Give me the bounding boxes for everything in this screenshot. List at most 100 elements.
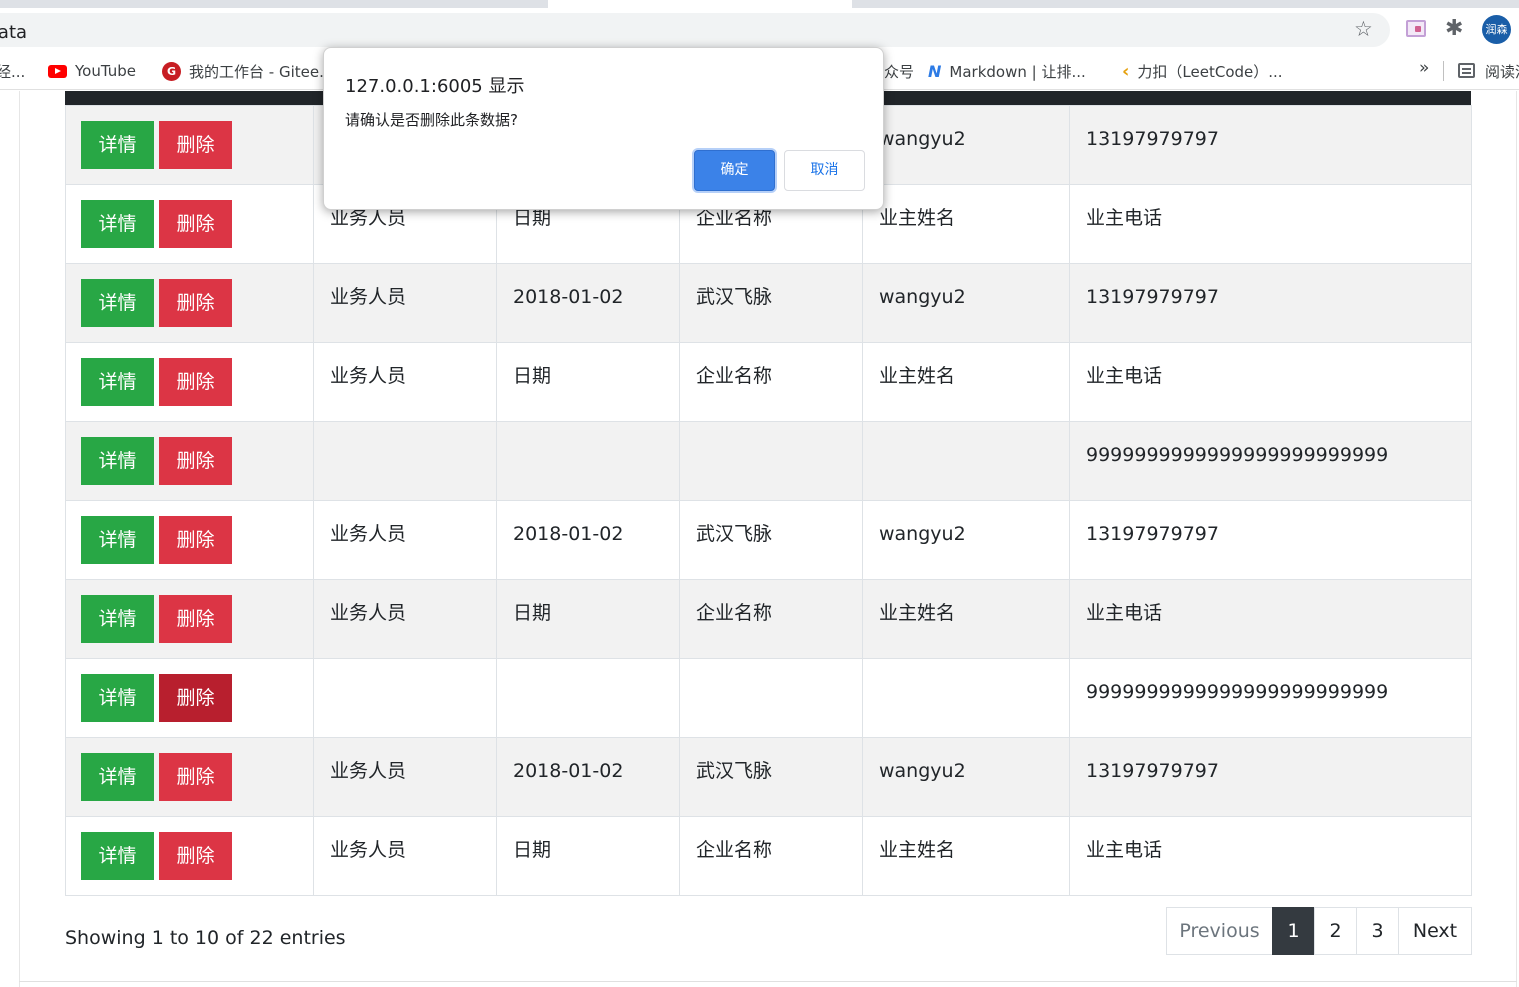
container-border (19, 981, 1517, 982)
date-cell: 2018-01-02 (496, 737, 680, 817)
company-cell: 武汉飞脉 (679, 500, 863, 580)
gitee-icon: G (162, 61, 181, 81)
detail-button[interactable]: 详情 (81, 674, 154, 722)
salesperson-cell: 业务人员 (313, 342, 497, 422)
page-content: 详情 删除 wangyu2 13197979797 详情 删除 业务人员 日期 企业名称 业主姓名… (0, 91, 1519, 987)
extension-book-icon[interactable] (1406, 20, 1426, 37)
date-cell (496, 658, 680, 738)
pagination-page-1[interactable]: 1 (1272, 907, 1315, 955)
company-cell: 武汉飞脉 (679, 737, 863, 817)
owner-name-cell: wangyu2 (862, 500, 1070, 580)
owner-phone-cell: 业主电话 (1069, 816, 1472, 896)
salesperson-cell: 业务人员 (313, 737, 497, 817)
owner-name-cell (862, 421, 1070, 501)
url-text: -data (0, 22, 28, 43)
date-cell: 2018-01-02 (496, 500, 680, 580)
extensions-puzzle-icon[interactable]: ✱ (1445, 16, 1463, 42)
actions-cell: 详情 删除 (65, 816, 314, 896)
owner-name-cell: 业主姓名 (862, 342, 1070, 422)
dialog-message: 请确认是否删除此条数据? (345, 111, 518, 129)
salesperson-cell (313, 421, 497, 501)
detail-button[interactable]: 详情 (81, 200, 154, 248)
owner-phone-cell: 9999999999999999999999999 (1069, 421, 1472, 501)
active-tab[interactable] (548, 0, 852, 8)
date-cell: 日期 (496, 579, 680, 659)
delete-button[interactable]: 删除 (159, 200, 232, 248)
dialog-cancel-button[interactable]: 取消 (784, 150, 865, 191)
pagination-next[interactable]: Next (1398, 907, 1472, 955)
detail-button[interactable]: 详情 (81, 753, 154, 801)
salesperson-cell: 业务人员 (313, 263, 497, 343)
detail-button[interactable]: 详情 (81, 121, 154, 169)
detail-button[interactable]: 详情 (81, 832, 154, 880)
container-border (19, 91, 20, 987)
bookmark-gitee[interactable]: G 我的工作台 - Gitee. (162, 61, 324, 81)
bookmark-label: 经... (0, 62, 26, 81)
bookmark-label: 众号 (884, 62, 915, 81)
owner-phone-cell: 13197979797 (1069, 500, 1472, 580)
bookmark-youtube[interactable]: YouTube (48, 61, 136, 81)
bookmarks-divider (1443, 61, 1444, 81)
bookmark-label: 力扣（LeetCode）... (1137, 62, 1283, 81)
detail-button[interactable]: 详情 (81, 595, 154, 643)
delete-button[interactable]: 删除 (159, 121, 232, 169)
actions-cell: 详情 删除 (65, 105, 314, 185)
reading-list[interactable]: 阅读清 (1485, 61, 1519, 81)
delete-button[interactable]: 删除 (159, 358, 232, 406)
bookmark-item[interactable]: 众号 (884, 61, 914, 81)
pagination-page-3[interactable]: 3 (1356, 907, 1399, 955)
salesperson-cell: 业务人员 (313, 500, 497, 580)
actions-cell: 详情 删除 (65, 579, 314, 659)
detail-button[interactable]: 详情 (81, 358, 154, 406)
pagination-page-2[interactable]: 2 (1314, 907, 1357, 955)
delete-button[interactable]: 删除 (159, 674, 232, 722)
owner-name-cell: 业主姓名 (862, 579, 1070, 659)
detail-button[interactable]: 详情 (81, 437, 154, 485)
owner-name-cell: wangyu2 (862, 105, 1070, 185)
owner-name-cell (862, 658, 1070, 738)
reading-list-icon[interactable] (1458, 63, 1475, 78)
leetcode-icon: ‹ (1122, 60, 1130, 82)
bookmark-item[interactable]: 经... (0, 61, 25, 81)
delete-button[interactable]: 删除 (159, 595, 232, 643)
delete-button[interactable]: 删除 (159, 753, 232, 801)
company-cell (679, 421, 863, 501)
bookmark-label: 我的工作台 - Gitee. (189, 62, 324, 81)
confirm-dialog: 127.0.0.1:6005 显示 请确认是否删除此条数据? 确定 取消 (323, 47, 884, 210)
table-row: 详情 删除 9999999999999999999999999 (65, 658, 1472, 738)
table-row: 详情 删除 业务人员 日期 企业名称 业主姓名 业主电话 (65, 342, 1472, 422)
company-cell: 企业名称 (679, 342, 863, 422)
company-cell (679, 658, 863, 738)
company-cell: 企业名称 (679, 816, 863, 896)
company-cell: 武汉飞脉 (679, 263, 863, 343)
dialog-title: 127.0.0.1:6005 显示 (345, 76, 525, 97)
salesperson-cell: 业务人员 (313, 816, 497, 896)
pagination-previous[interactable]: Previous (1166, 907, 1273, 955)
actions-cell: 详情 删除 (65, 737, 314, 817)
dialog-ok-button[interactable]: 确定 (694, 150, 775, 191)
bookmark-leetcode[interactable]: ‹ 力扣（LeetCode）... (1122, 60, 1283, 82)
tab-strip (0, 0, 1519, 8)
delete-button[interactable]: 删除 (159, 832, 232, 880)
detail-button[interactable]: 详情 (81, 516, 154, 564)
profile-avatar[interactable]: 润森 (1482, 15, 1511, 44)
delete-button[interactable]: 删除 (159, 437, 232, 485)
table-row: 详情 删除 业务人员 日期 企业名称 业主姓名 业主电话 (65, 579, 1472, 659)
delete-button[interactable]: 删除 (159, 516, 232, 564)
owner-phone-cell: 业主电话 (1069, 184, 1472, 264)
bookmark-markdown[interactable]: N Markdown | 让排... (928, 61, 1086, 81)
owner-name-cell: wangyu2 (862, 737, 1070, 817)
owner-name-cell: wangyu2 (862, 263, 1070, 343)
delete-button[interactable]: 删除 (159, 279, 232, 327)
date-cell (496, 421, 680, 501)
youtube-icon (48, 64, 67, 78)
date-cell: 日期 (496, 342, 680, 422)
salesperson-cell (313, 658, 497, 738)
owner-phone-cell: 业主电话 (1069, 342, 1472, 422)
detail-button[interactable]: 详情 (81, 279, 154, 327)
address-bar[interactable]: -data (0, 13, 1390, 47)
actions-cell: 详情 删除 (65, 263, 314, 343)
bookmark-star-icon[interactable]: ☆ (1354, 17, 1373, 41)
more-bookmarks-chevron-icon[interactable]: » (1419, 58, 1429, 78)
bookmark-label: YouTube (75, 62, 136, 80)
